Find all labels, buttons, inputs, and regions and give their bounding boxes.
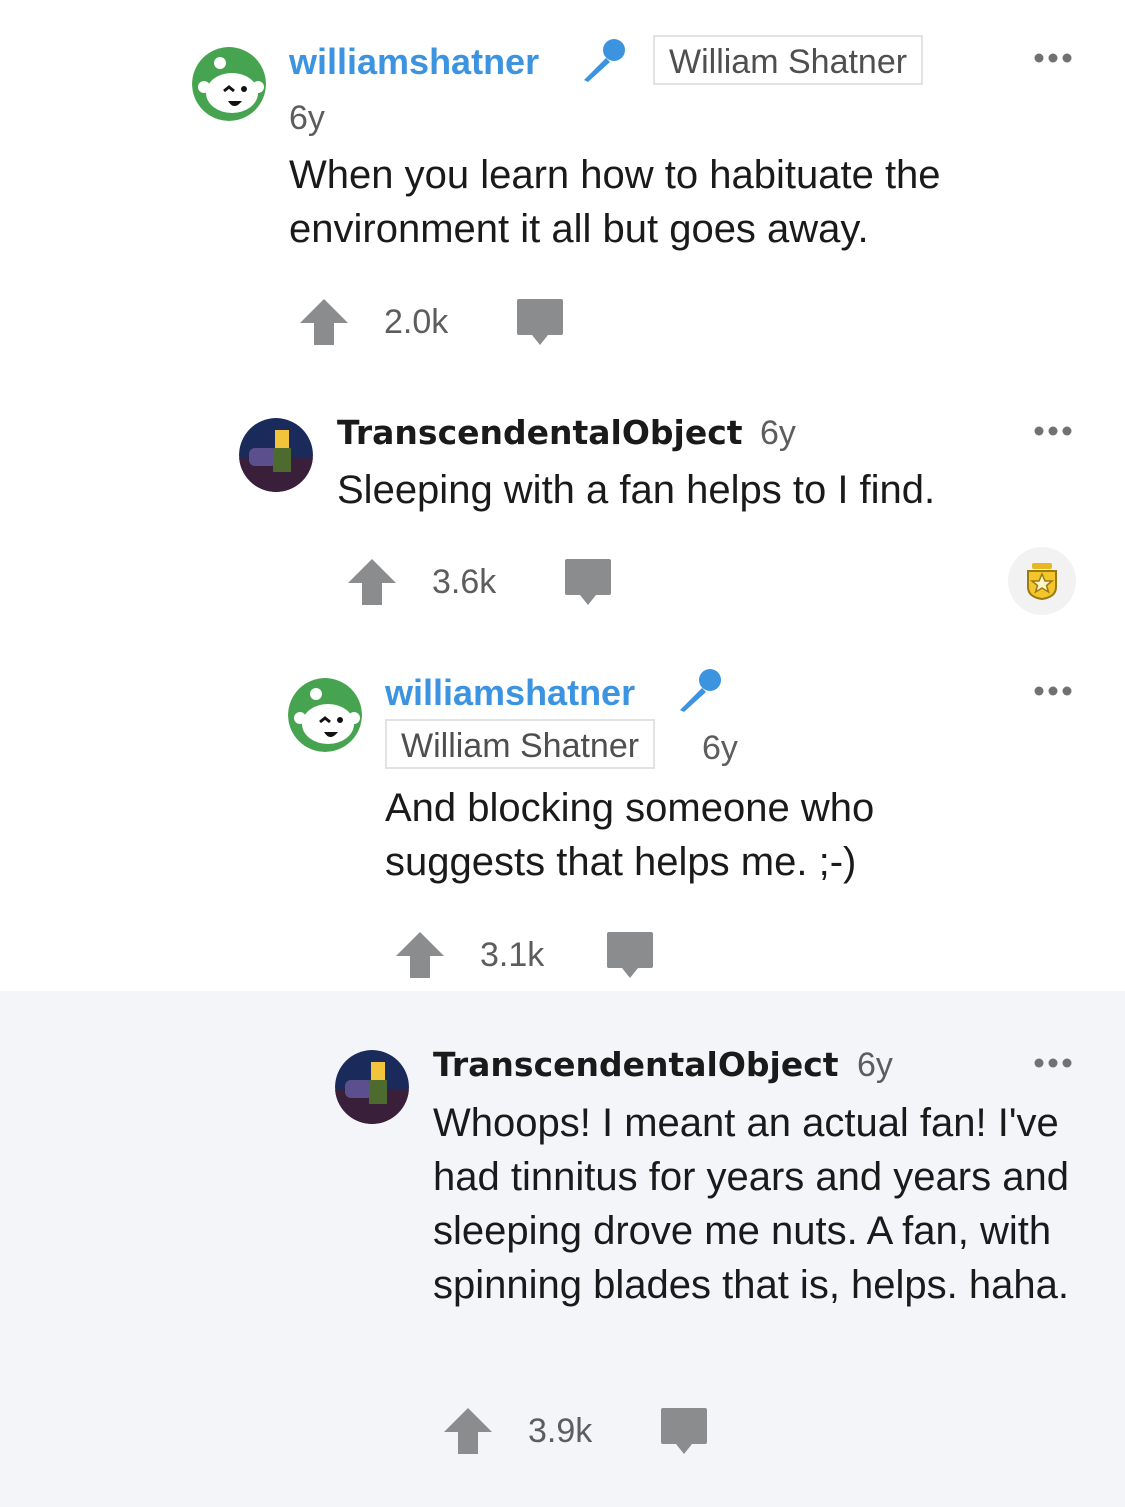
more-options-icon[interactable] bbox=[1033, 425, 1073, 437]
username[interactable]: TranscendentalObject bbox=[433, 1043, 839, 1087]
upvote-arrow-icon[interactable] bbox=[442, 1406, 494, 1456]
avatar[interactable] bbox=[192, 47, 266, 121]
avatar[interactable] bbox=[288, 678, 362, 752]
upvote-arrow-icon[interactable] bbox=[346, 557, 398, 607]
microphone-icon bbox=[680, 669, 721, 712]
reply-comment-icon[interactable] bbox=[515, 297, 565, 347]
vote-score: 3.1k bbox=[480, 936, 545, 974]
comment-body: When you learn how to habituate the envi… bbox=[289, 153, 941, 251]
username[interactable]: TranscendentalObject bbox=[337, 411, 743, 455]
vote-score: 2.0k bbox=[384, 303, 449, 341]
more-options-icon[interactable] bbox=[1033, 1057, 1073, 1069]
user-flair: William Shatner bbox=[653, 35, 924, 85]
upvote-arrow-icon[interactable] bbox=[298, 297, 350, 347]
comment-body: Whoops! I meant an actual fan! I've had … bbox=[433, 1101, 1069, 1307]
avatar[interactable] bbox=[335, 1050, 409, 1124]
comment-age: 6y bbox=[289, 99, 325, 137]
more-options-icon[interactable] bbox=[1033, 52, 1073, 64]
reply-comment-icon[interactable] bbox=[659, 1406, 709, 1456]
vote-score: 3.9k bbox=[528, 1412, 593, 1450]
comment-body: Sleeping with a fan helps to I find. bbox=[337, 468, 936, 512]
comment-transcendentalobject-1: TranscendentalObject 6y Sleeping with a … bbox=[0, 380, 1125, 640]
comment-williamshatner-1: williamshatner William Shatner 6y When y… bbox=[0, 0, 1125, 380]
more-options-icon[interactable] bbox=[1033, 685, 1073, 697]
avatar[interactable] bbox=[239, 418, 313, 492]
user-flair: William Shatner bbox=[385, 719, 656, 769]
vote-score: 3.6k bbox=[432, 563, 497, 601]
comment-age: 6y bbox=[702, 729, 738, 767]
comment-age: 6y bbox=[760, 414, 796, 452]
comment-age: 6y bbox=[857, 1046, 893, 1084]
upvote-arrow-icon[interactable] bbox=[394, 930, 446, 980]
username[interactable]: williamshatner bbox=[289, 40, 539, 84]
comment-body: And blocking someone who suggests that h… bbox=[385, 786, 875, 884]
comment-williamshatner-2: williamshatner William Shatner 6y And bl… bbox=[0, 640, 1125, 991]
reply-comment-icon[interactable] bbox=[563, 557, 613, 607]
award-badge-icon[interactable] bbox=[1008, 547, 1076, 615]
microphone-icon bbox=[584, 39, 625, 82]
comment-transcendentalobject-2: TranscendentalObject 6y Whoops! I meant … bbox=[0, 991, 1125, 1507]
reply-comment-icon[interactable] bbox=[605, 930, 655, 980]
username[interactable]: williamshatner bbox=[385, 671, 635, 715]
